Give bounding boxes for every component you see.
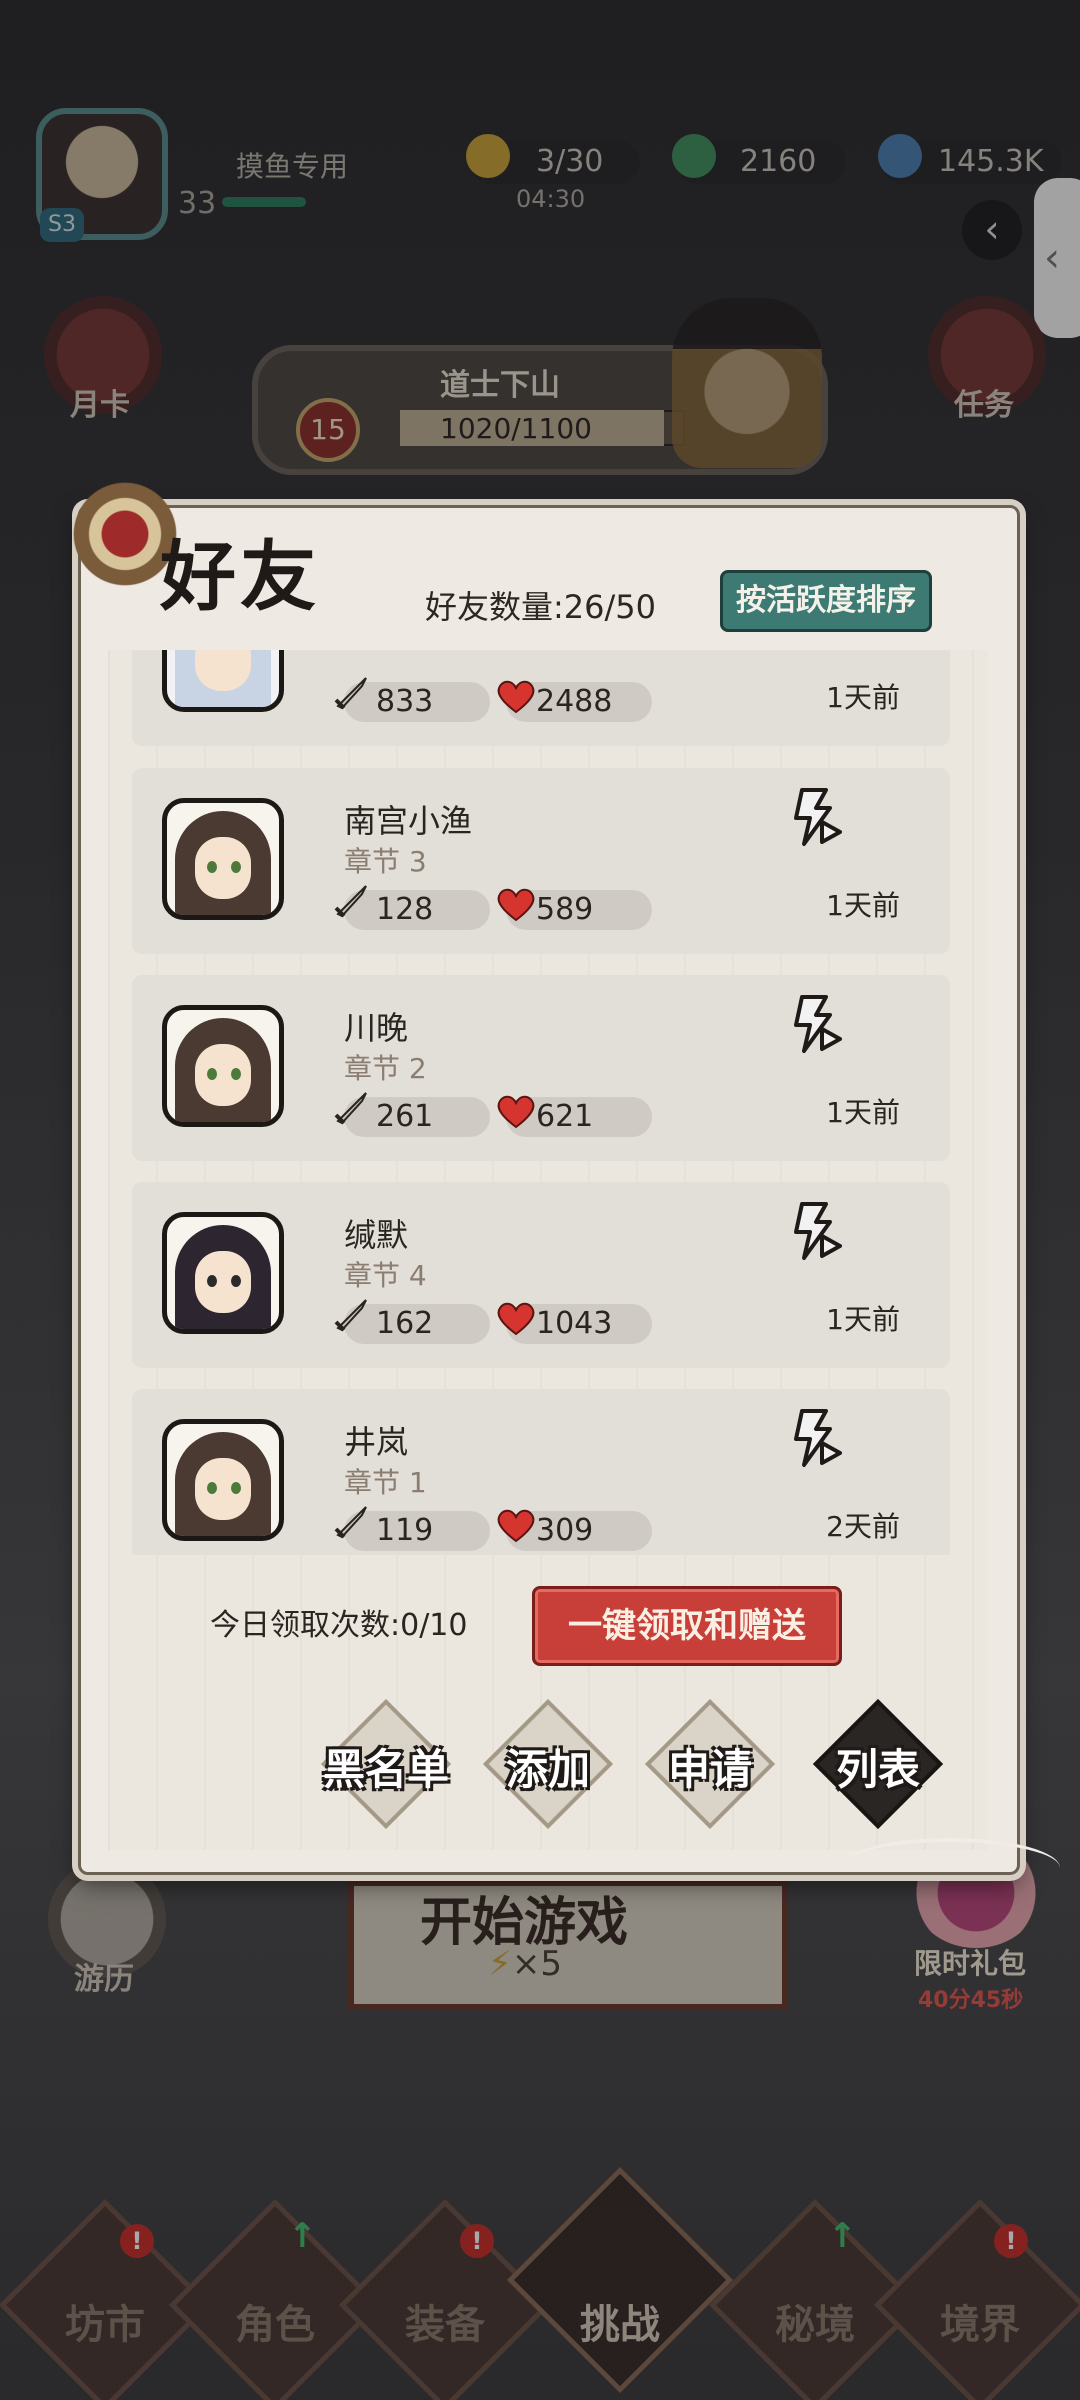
friend-row[interactable]: 缄默 章节 4 162 1043 1天前 [132, 1182, 950, 1368]
power-value: 833 [376, 684, 434, 719]
send-energy-icon[interactable] [786, 1200, 846, 1264]
heart-icon [497, 888, 535, 922]
friend-name: 井岚 [344, 1423, 409, 1461]
tab-requests[interactable]: 申请 [644, 1698, 776, 1830]
claim-and-send-all-button[interactable]: 一键领取和赠送 [532, 1586, 842, 1666]
hp-value: 309 [536, 1513, 594, 1548]
send-energy-icon[interactable] [786, 993, 846, 1057]
last-online: 1天前 [826, 681, 900, 714]
tab-requests-label: 申请 [667, 1745, 752, 1794]
tab-add-label: 添加 [505, 1745, 590, 1794]
friend-row[interactable]: 井岚 章节 1 119 309 2天前 [132, 1389, 950, 1555]
friend-row[interactable]: 川晚 章节 2 261 621 1天前 [132, 975, 950, 1161]
friend-avatar[interactable] [162, 1419, 284, 1541]
modal-title: 好友 [160, 532, 320, 621]
friend-name: 缄默 [344, 1216, 409, 1254]
daily-claim-count: 今日领取次数:0/10 [210, 1608, 468, 1643]
last-online: 1天前 [826, 1096, 900, 1129]
friend-avatar[interactable] [162, 1005, 284, 1127]
friend-chapter: 章节 3 [344, 845, 427, 878]
send-energy-icon[interactable] [786, 1407, 846, 1471]
friend-avatar[interactable] [162, 650, 284, 712]
hp-value: 589 [536, 892, 594, 927]
friend-count: 好友数量:26/50 [425, 588, 657, 626]
friend-avatar[interactable] [162, 798, 284, 920]
friend-row[interactable]: 南宫小渔 章节 3 128 589 1天前 [132, 768, 950, 954]
cloud-swirl-decoration [840, 1838, 1060, 1898]
heart-icon [497, 1509, 535, 1543]
friend-name: 川晚 [344, 1009, 409, 1047]
friend-row[interactable]: 833 2488 1天前 [132, 650, 950, 746]
last-online: 1天前 [826, 1303, 900, 1336]
tab-add[interactable]: 添加 [482, 1698, 614, 1830]
friend-chapter: 章节 2 [344, 1052, 427, 1085]
friend-avatar[interactable] [162, 1212, 284, 1334]
heart-icon [497, 1302, 535, 1336]
sword-icon [334, 885, 367, 918]
friend-list[interactable]: 833 2488 1天前 南宫小渔 章节 3 128 589 1天前 川晚 章节… [110, 650, 970, 1555]
tab-blacklist[interactable]: 黑名单 [320, 1698, 452, 1830]
friend-chapter: 章节 1 [344, 1466, 427, 1499]
hp-value: 1043 [536, 1306, 613, 1341]
hp-value: 621 [536, 1099, 594, 1134]
power-value: 261 [376, 1099, 434, 1134]
sword-icon [334, 677, 367, 710]
sword-icon [334, 1299, 367, 1332]
tab-list[interactable]: 列表 [812, 1698, 944, 1830]
friend-chapter: 章节 4 [344, 1259, 427, 1292]
sword-icon [334, 1506, 367, 1539]
sword-icon [334, 1092, 367, 1125]
heart-icon [497, 1095, 535, 1129]
power-value: 119 [376, 1513, 434, 1548]
friend-name: 南宫小渔 [344, 802, 473, 840]
heart-icon [497, 680, 535, 714]
last-online: 2天前 [826, 1510, 900, 1543]
send-energy-icon[interactable] [786, 786, 846, 850]
hp-value: 2488 [536, 684, 613, 719]
last-online: 1天前 [826, 889, 900, 922]
power-value: 162 [376, 1306, 434, 1341]
sort-by-activity-button[interactable]: 按活跃度排序 [720, 570, 932, 632]
tab-list-label: 列表 [835, 1745, 920, 1794]
power-value: 128 [376, 892, 434, 927]
tab-blacklist-label: 黑名单 [322, 1745, 449, 1794]
